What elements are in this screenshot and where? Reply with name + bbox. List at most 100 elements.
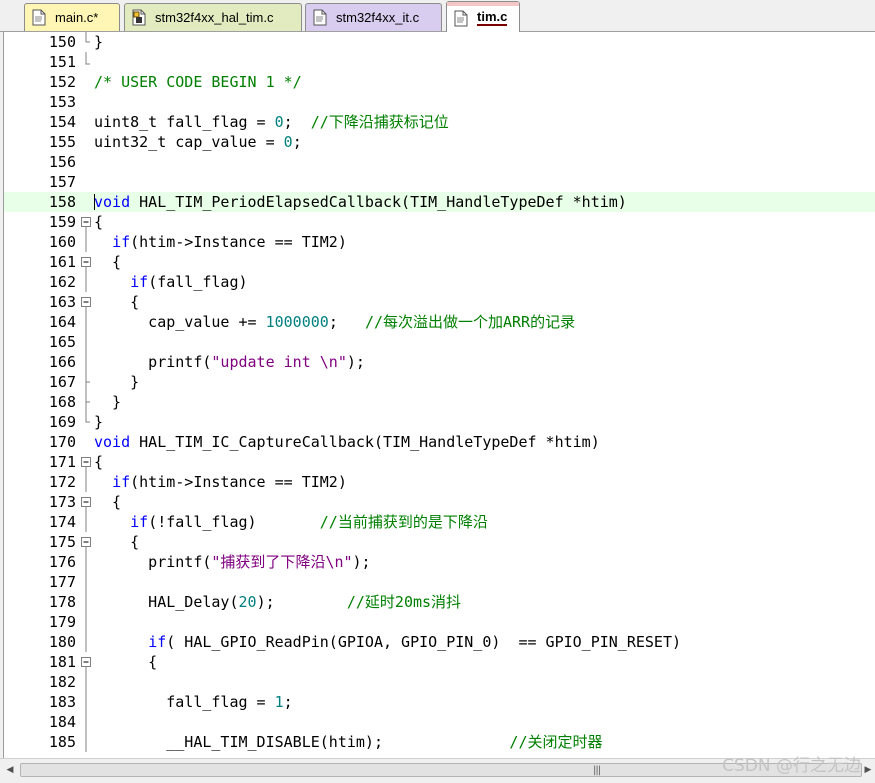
code-text: void HAL_TIM_IC_CaptureCallback(TIM_Hand… [94, 432, 600, 452]
code-token: void [94, 433, 131, 451]
tab-main-c[interactable]: main.c* [24, 3, 120, 31]
code-line[interactable]: 164 cap_value += 1000000; //每次溢出做一个加ARR的… [4, 312, 875, 332]
fold-line [85, 712, 87, 732]
code-token: ; [292, 133, 302, 151]
code-text: { [94, 532, 139, 552]
code-token: printf( [94, 353, 212, 371]
code-line[interactable]: 159 { [4, 212, 875, 232]
code-line[interactable]: 157 [4, 172, 875, 192]
code-token: ; [283, 113, 311, 131]
code-line[interactable]: 176 printf("捕获到了下降沿\n"); [4, 552, 875, 572]
code-line[interactable]: 177 [4, 572, 875, 592]
code-line[interactable]: 166 printf("update int \n"); [4, 352, 875, 372]
tab-tim-c[interactable]: tim.c [446, 1, 520, 32]
code-line[interactable]: 163 { [4, 292, 875, 312]
line-number: 165 [48, 333, 76, 351]
fold-collapse-icon[interactable] [81, 452, 92, 472]
code-token: uint32_t cap_value = [94, 133, 284, 151]
code-token: HAL_Delay( [94, 593, 239, 611]
tab-stm32f4xx-hal-tim-c[interactable]: stm32f4xx_hal_tim.c [124, 3, 302, 31]
code-text: { [94, 212, 103, 232]
code-line[interactable]: 153 [4, 92, 875, 112]
code-text: } [94, 32, 103, 52]
code-line[interactable]: 181 { [4, 652, 875, 672]
line-number: 173 [48, 493, 76, 511]
code-line[interactable]: 179 [4, 612, 875, 632]
code-line[interactable]: 174 if(!fall_flag) //当前捕获到的是下降沿 [4, 512, 875, 532]
fold-collapse-icon[interactable] [81, 492, 92, 512]
line-number: 180 [48, 633, 76, 651]
tab-label: tim.c [477, 8, 508, 26]
code-line[interactable]: 169} [4, 412, 875, 432]
code-line[interactable]: 185 __HAL_TIM_DISABLE(htim); //关闭定时器 [4, 732, 875, 752]
code-text: fall_flag = 1; [94, 692, 292, 712]
scroll-left-icon[interactable]: ◀ [4, 764, 16, 776]
code-text: } [94, 392, 121, 412]
fold-collapse-icon[interactable] [81, 652, 92, 672]
fold-tick [85, 392, 90, 412]
code-token: (htim->Instance == TIM2) [130, 233, 347, 251]
code-token: } [94, 413, 104, 431]
code-token: if [112, 473, 131, 491]
code-line[interactable]: 152 /* USER CODE BEGIN 1 */ [4, 72, 875, 92]
code-line[interactable]: 184 [4, 712, 875, 732]
fold-line [85, 332, 87, 352]
code-line[interactable]: 175 { [4, 532, 875, 552]
code-token: fall_flag = [94, 693, 275, 711]
code-line[interactable]: 183 fall_flag = 1; [4, 692, 875, 712]
code-line[interactable]: 173 { [4, 492, 875, 512]
code-editor[interactable]: 150} 151 152/* USER CODE BEGIN 1 */153 154 u… [3, 32, 875, 758]
code-text: cap_value += 1000000; //每次溢出做一个加ARR的记录 [94, 312, 575, 332]
line-number: 185 [48, 733, 76, 751]
code-line[interactable]: 155 uint32_t cap_value = 0; [4, 132, 875, 152]
fold-collapse-icon[interactable] [81, 212, 92, 232]
code-line[interactable]: 160 if(htim->Instance == TIM2) [4, 232, 875, 252]
code-token: } [94, 393, 122, 411]
code-line[interactable]: 171 { [4, 452, 875, 472]
scroll-right-icon[interactable]: ▶ [862, 764, 874, 776]
line-number: 183 [48, 693, 76, 711]
code-token: ); [346, 353, 365, 371]
code-line[interactable]: 162 if(fall_flag) [4, 272, 875, 292]
code-text: /* USER CODE BEGIN 1 */ [94, 72, 302, 92]
code-line[interactable]: 161 { [4, 252, 875, 272]
line-number: 167 [48, 373, 76, 391]
editor-tab-bar: main.c* stm32f4xx_hal_tim.c stm32f4xx_it… [0, 0, 875, 32]
line-number: 177 [48, 573, 76, 591]
code-line[interactable]: 150} [4, 32, 875, 52]
fold-line [85, 512, 87, 532]
code-line[interactable]: 165 [4, 332, 875, 352]
code-text: __HAL_TIM_DISABLE(htim); //关闭定时器 [94, 732, 602, 752]
code-token: ); [352, 553, 371, 571]
line-number: 166 [48, 353, 76, 371]
grip-icon: ||| [593, 765, 601, 776]
fold-collapse-icon[interactable] [81, 292, 92, 312]
code-line[interactable]: 154 uint8_t fall_flag = 0; //下降沿捕获标记位 [4, 112, 875, 132]
c-file-icon [313, 9, 327, 26]
code-text: { [94, 492, 121, 512]
line-number: 150 [48, 33, 76, 51]
tab-label: stm32f4xx_hal_tim.c [155, 10, 274, 25]
tab-stm32f4xx-it-c[interactable]: stm32f4xx_it.c [305, 3, 442, 31]
code-token: 0 [274, 113, 284, 131]
line-number: 162 [48, 273, 76, 291]
line-number: 171 [48, 453, 76, 471]
code-line[interactable]: 170 void HAL_TIM_IC_CaptureCallback(TIM_H… [4, 432, 875, 452]
code-line[interactable]: 180 if( HAL_GPIO_ReadPin(GPIOA, GPIO_PIN… [4, 632, 875, 652]
code-token: 20 [238, 593, 257, 611]
code-line[interactable]: 178 HAL_Delay(20); //延时20ms消抖 [4, 592, 875, 612]
code-line[interactable]: 156 [4, 152, 875, 172]
fold-line [85, 472, 87, 492]
fold-collapse-icon[interactable] [81, 532, 92, 552]
code-line[interactable]: 167 } [4, 372, 875, 392]
code-line[interactable]: 182 [4, 672, 875, 692]
fold-collapse-icon[interactable] [81, 252, 92, 272]
fold-end [85, 412, 90, 423]
fold-line [85, 232, 87, 252]
code-line[interactable]: 158 void HAL_TIM_PeriodElapsedCallback(TI… [4, 192, 875, 212]
code-line[interactable]: 168 } [4, 392, 875, 412]
code-line[interactable]: 151 [4, 52, 875, 72]
code-line[interactable]: 172 if(htim->Instance == TIM2) [4, 472, 875, 492]
